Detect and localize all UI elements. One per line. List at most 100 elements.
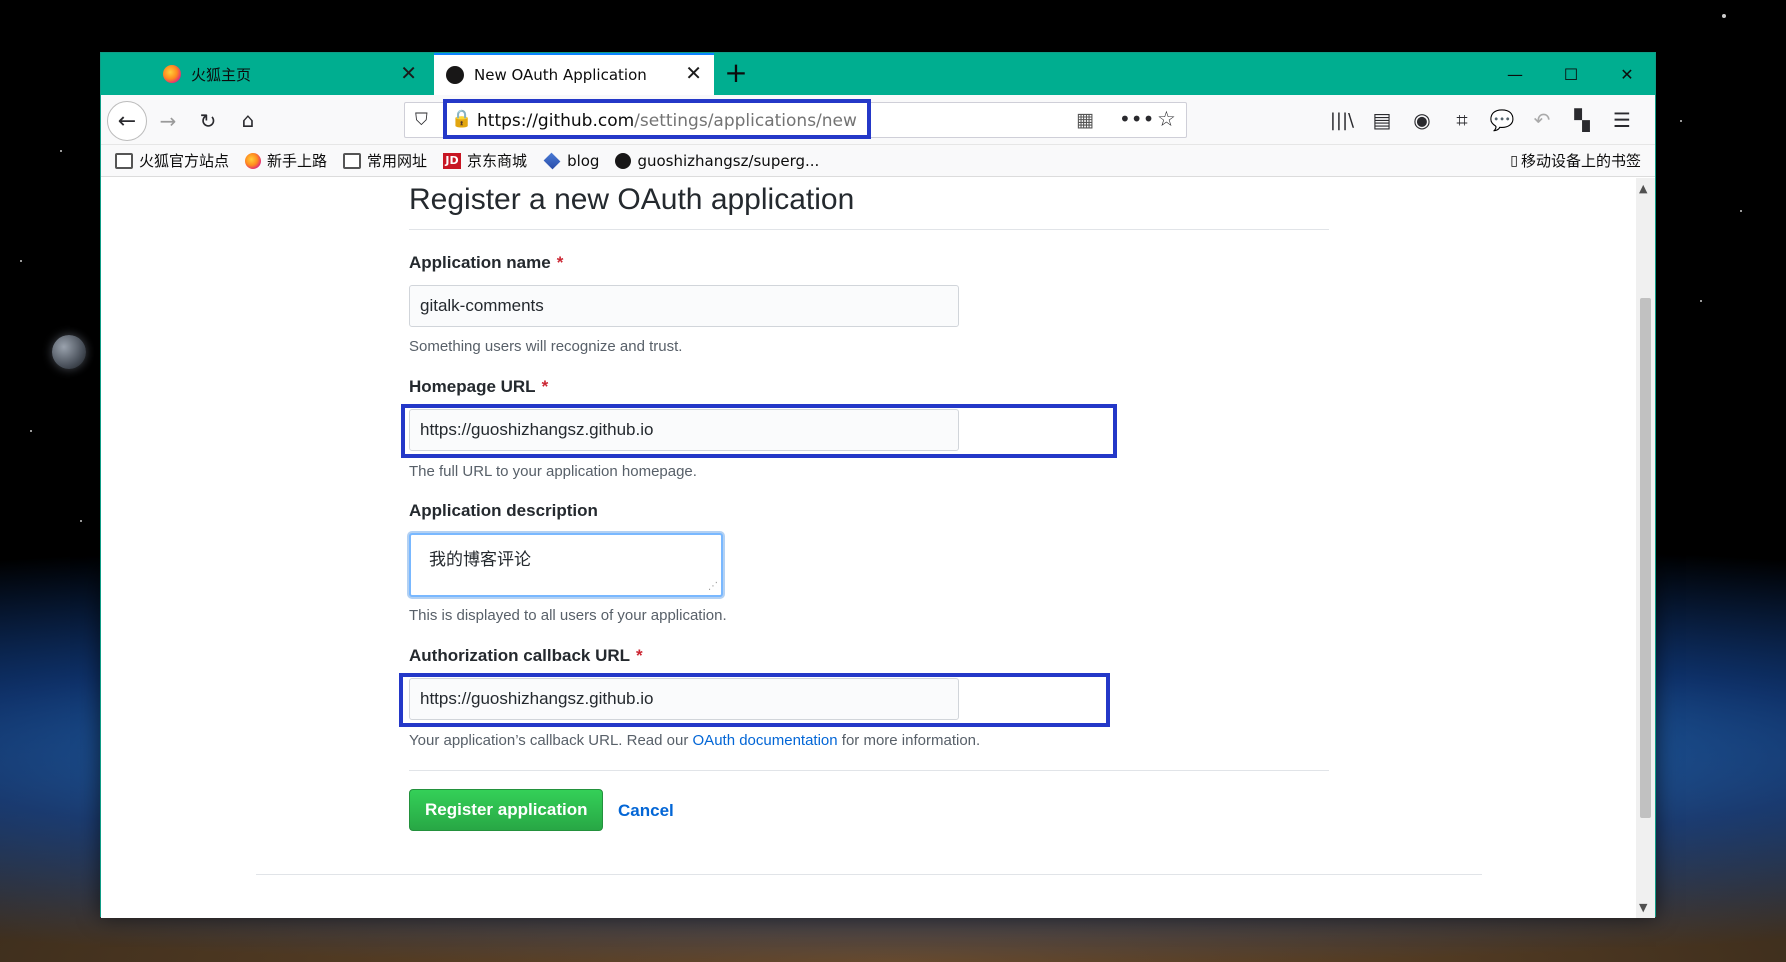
close-window-icon[interactable]: ✕: [1599, 53, 1655, 95]
resize-grip-icon[interactable]: ⋰: [708, 581, 718, 592]
star: [1680, 120, 1682, 122]
bookmark-label: blog: [567, 151, 600, 170]
note-text: Your application’s callback URL. Read ou…: [409, 732, 689, 749]
bookmark-label: guoshizhangsz/superg...: [637, 151, 820, 170]
star: [30, 430, 32, 432]
required-asterisk: *: [636, 646, 643, 665]
close-tab-icon[interactable]: ✕: [400, 63, 417, 83]
reload-icon[interactable]: ↻: [195, 108, 221, 134]
homepage-highlight-box: [401, 404, 1117, 458]
description-textarea[interactable]: 我的博客评论 ⋰: [409, 533, 723, 597]
bookmark-item[interactable]: 常用网址: [343, 150, 427, 171]
bookmark-label: 京东商城: [467, 152, 528, 170]
extensions-grid-icon[interactable]: ▚: [1569, 107, 1595, 133]
callback-note: Your application’s callback URL. Read ou…: [409, 732, 980, 749]
required-asterisk: *: [556, 253, 564, 272]
forward-arrow-icon[interactable]: →: [155, 108, 181, 134]
new-tab-plus-icon[interactable]: +: [721, 59, 751, 89]
bookmark-star-icon[interactable]: ☆: [1157, 107, 1176, 131]
oauth-documentation-link[interactable]: OAuth documentation: [693, 732, 838, 749]
back-arrow-icon[interactable]: ←: [107, 101, 147, 141]
firefox-icon: [245, 152, 262, 169]
form-divider: [409, 770, 1329, 771]
scroll-down-arrow-icon[interactable]: ▼: [1639, 901, 1647, 914]
tab-bar: 火狐主页 ✕ New OAuth Application ✕ + — ☐ ✕: [101, 53, 1655, 96]
description-note: This is displayed to all users of your a…: [409, 607, 727, 624]
callback-url-label: Authorization callback URL *: [409, 646, 643, 666]
folder-icon: [343, 152, 362, 169]
star: [20, 260, 22, 262]
label-text: Authorization callback URL: [409, 646, 631, 665]
url-bar[interactable]: ⛉ 🔒 https://github.com/settings/applicat…: [404, 99, 1187, 139]
lock-icon[interactable]: 🔒: [451, 109, 472, 129]
bookmark-item[interactable]: guoshizhangsz/superg...: [615, 152, 819, 170]
url-domain: https://github.com: [477, 111, 635, 131]
undo-icon[interactable]: ↶: [1529, 107, 1555, 133]
bookmark-label: 火狐官方站点: [139, 152, 230, 170]
label-text: Homepage URL: [409, 377, 536, 396]
chat-bubble-icon[interactable]: 💬: [1489, 107, 1515, 133]
required-asterisk: *: [541, 377, 549, 396]
menu-hamburger-icon[interactable]: ☰: [1609, 107, 1635, 133]
homepage-url-label: Homepage URL *: [409, 377, 548, 397]
account-icon[interactable]: ◉: [1409, 107, 1435, 133]
url-path: /settings/applications/new: [634, 111, 857, 131]
mobile-bookmarks-label: 移动设备上的书签: [1520, 152, 1641, 170]
bookmark-item[interactable]: blog: [543, 152, 599, 170]
homepage-note: The full URL to your application homepag…: [409, 463, 697, 480]
close-tab-icon[interactable]: ✕: [685, 63, 702, 83]
label-text: Application name: [409, 253, 551, 272]
bookmark-item[interactable]: 新手上路: [245, 150, 327, 171]
star: [1722, 14, 1726, 18]
app-name-note: Something users will recognize and trust…: [409, 338, 683, 355]
app-name-label: Application name *: [409, 253, 563, 273]
bookmark-label: 常用网址: [367, 152, 428, 170]
scroll-up-arrow-icon[interactable]: ▲: [1639, 182, 1647, 195]
shield-icon[interactable]: ⛉: [415, 110, 428, 130]
register-application-button[interactable]: Register application: [409, 789, 604, 831]
screenshot-crop-icon[interactable]: ⌗: [1449, 107, 1475, 133]
home-icon[interactable]: ⌂: [235, 107, 261, 133]
bookmark-item[interactable]: 火狐官方站点: [115, 150, 229, 171]
page-title: Register a new OAuth application: [409, 178, 1329, 230]
star: [60, 150, 62, 152]
tab-label: 火狐主页: [191, 65, 252, 84]
jd-icon: JD: [443, 152, 462, 169]
url-text[interactable]: https://github.com/settings/applications…: [477, 111, 857, 131]
star: [1700, 300, 1702, 302]
app-name-input[interactable]: gitalk-comments: [409, 285, 959, 327]
scrollbar-thumb[interactable]: [1640, 298, 1651, 818]
moon: [52, 335, 86, 369]
page-actions-icon[interactable]: •••: [1119, 107, 1154, 131]
maximize-icon[interactable]: ☐: [1543, 53, 1599, 95]
navigation-toolbar: ← → ↻ ⌂ ⛉ 🔒 https://github.com/settings/…: [101, 95, 1655, 145]
note-text: for more information.: [841, 732, 981, 749]
github-icon: [446, 65, 464, 84]
description-label: Application description: [409, 501, 598, 520]
bookmarks-toolbar: 火狐官方站点 新手上路 常用网址 JD 京东商城 blog guoshizhang…: [101, 145, 1655, 177]
minimize-icon[interactable]: —: [1487, 53, 1543, 95]
folder-icon: [115, 152, 133, 169]
mobile-bookmarks[interactable]: ▯ 移动设备上的书签: [1510, 150, 1641, 171]
sidebar-icon[interactable]: ▤: [1369, 107, 1395, 133]
tab-firefox-home[interactable]: 火狐主页 ✕: [151, 53, 429, 95]
qr-code-icon[interactable]: ▦: [1076, 109, 1094, 131]
bookmark-label: 新手上路: [267, 152, 328, 170]
window-controls: — ☐ ✕: [1487, 53, 1655, 95]
oauth-form: Register a new OAuth application Applica…: [399, 178, 1329, 831]
description-text: 我的博客评论: [429, 550, 531, 570]
library-icon[interactable]: |||\: [1329, 107, 1355, 133]
footer-divider: [256, 874, 1482, 875]
scrollbar[interactable]: ▲ ▼: [1636, 178, 1655, 918]
page-content: Register a new OAuth application Applica…: [101, 178, 1637, 918]
star: [80, 520, 82, 522]
callback-highlight-box: [399, 673, 1110, 727]
mobile-device-icon: ▯: [1510, 152, 1518, 169]
tab-label: New OAuth Application: [474, 65, 647, 84]
firefox-icon: [163, 65, 181, 83]
browser-window: 火狐主页 ✕ New OAuth Application ✕ + — ☐ ✕ ←…: [100, 52, 1656, 918]
tab-new-oauth-application[interactable]: New OAuth Application ✕: [434, 53, 714, 96]
cancel-link[interactable]: Cancel: [618, 801, 674, 821]
bookmark-item[interactable]: JD 京东商城: [443, 150, 527, 171]
github-icon: [615, 152, 632, 169]
